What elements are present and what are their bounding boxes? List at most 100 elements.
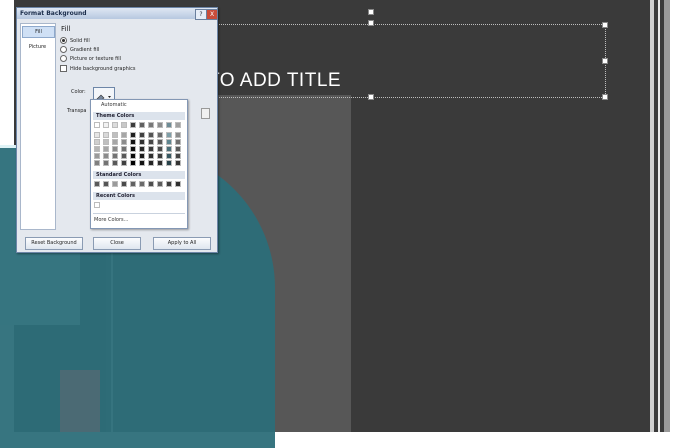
color-swatch[interactable] — [148, 139, 154, 145]
color-swatch[interactable] — [112, 160, 118, 166]
color-swatch[interactable] — [157, 139, 163, 145]
color-swatch[interactable] — [166, 146, 172, 152]
color-swatch[interactable] — [175, 160, 181, 166]
color-swatch[interactable] — [103, 153, 109, 159]
color-swatch[interactable] — [112, 139, 118, 145]
color-swatch[interactable] — [112, 132, 118, 138]
automatic-color-option[interactable]: Automatic — [101, 102, 127, 108]
color-swatch[interactable] — [94, 132, 100, 138]
color-swatch[interactable] — [94, 122, 100, 128]
color-swatch[interactable] — [139, 146, 145, 152]
color-swatch[interactable] — [94, 202, 100, 208]
close-icon[interactable]: X — [206, 9, 218, 20]
color-swatch[interactable] — [103, 181, 109, 187]
color-swatch[interactable] — [112, 181, 118, 187]
color-swatch[interactable] — [130, 132, 136, 138]
vertical-scrollbar[interactable] — [664, 0, 670, 432]
color-swatch[interactable] — [175, 122, 181, 128]
color-swatch[interactable] — [166, 139, 172, 145]
apply-to-all-button[interactable]: Apply to All — [153, 237, 211, 250]
color-swatch[interactable] — [175, 181, 181, 187]
resize-handle[interactable] — [602, 58, 608, 64]
color-swatch[interactable] — [130, 122, 136, 128]
color-swatch[interactable] — [157, 146, 163, 152]
hide-graphics-checkbox[interactable]: Hide background graphics — [60, 65, 136, 73]
more-colors-option[interactable]: More Colors... — [94, 217, 128, 223]
radio-button[interactable] — [60, 37, 67, 44]
color-swatch[interactable] — [157, 160, 163, 166]
color-swatch[interactable] — [175, 139, 181, 145]
color-swatch[interactable] — [130, 146, 136, 152]
color-swatch[interactable] — [130, 153, 136, 159]
title-placeholder-text[interactable]: TO ADD TITLE — [208, 70, 341, 92]
color-swatch[interactable] — [130, 181, 136, 187]
color-swatch[interactable] — [112, 146, 118, 152]
color-swatch[interactable] — [103, 146, 109, 152]
radio-button[interactable] — [60, 55, 67, 62]
color-swatch[interactable] — [139, 122, 145, 128]
color-swatch[interactable] — [148, 122, 154, 128]
resize-handle[interactable] — [368, 9, 374, 15]
color-swatch[interactable] — [103, 132, 109, 138]
color-swatch[interactable] — [121, 122, 127, 128]
close-button[interactable]: Close — [93, 237, 141, 250]
color-swatch[interactable] — [166, 153, 172, 159]
color-swatch[interactable] — [166, 122, 172, 128]
checkbox-label: Hide background graphics — [70, 66, 136, 72]
reset-background-button[interactable]: Reset Background — [25, 237, 83, 250]
radio-picture-fill[interactable]: Picture or texture fill — [60, 55, 121, 63]
color-swatch[interactable] — [94, 146, 100, 152]
color-swatch[interactable] — [148, 153, 154, 159]
color-swatch[interactable] — [121, 146, 127, 152]
radio-label: Picture or texture fill — [70, 56, 122, 62]
radio-solid-fill[interactable]: Solid fill — [60, 37, 90, 45]
radio-button[interactable] — [60, 46, 67, 53]
resize-handle[interactable] — [602, 94, 608, 100]
color-swatch[interactable] — [148, 146, 154, 152]
radio-gradient-fill[interactable]: Gradient fill — [60, 46, 99, 54]
color-swatch[interactable] — [148, 181, 154, 187]
color-swatch[interactable] — [121, 160, 127, 166]
resize-handle[interactable] — [368, 20, 374, 26]
color-swatch[interactable] — [157, 181, 163, 187]
checkbox[interactable] — [60, 65, 67, 72]
nav-item-picture[interactable]: Picture — [22, 42, 53, 52]
color-swatch[interactable] — [166, 132, 172, 138]
color-swatch[interactable] — [157, 122, 163, 128]
color-swatch[interactable] — [166, 160, 172, 166]
color-swatch[interactable] — [139, 139, 145, 145]
color-swatch[interactable] — [139, 181, 145, 187]
color-swatch[interactable] — [121, 139, 127, 145]
color-swatch[interactable] — [130, 139, 136, 145]
nav-item-fill[interactable]: Fill — [22, 26, 55, 38]
color-swatch[interactable] — [112, 122, 118, 128]
transparency-spinner[interactable] — [201, 108, 210, 119]
resize-handle[interactable] — [602, 22, 608, 28]
color-swatch[interactable] — [148, 132, 154, 138]
color-swatch[interactable] — [130, 160, 136, 166]
color-swatch[interactable] — [157, 153, 163, 159]
color-swatch[interactable] — [139, 132, 145, 138]
color-swatch[interactable] — [175, 146, 181, 152]
color-swatch[interactable] — [121, 181, 127, 187]
color-swatch[interactable] — [175, 153, 181, 159]
color-swatch[interactable] — [94, 181, 100, 187]
resize-handle[interactable] — [368, 94, 374, 100]
color-swatch[interactable] — [94, 160, 100, 166]
color-swatch[interactable] — [103, 160, 109, 166]
dialog-nav: Fill Picture — [20, 23, 56, 230]
color-swatch[interactable] — [103, 139, 109, 145]
color-swatch[interactable] — [157, 132, 163, 138]
color-swatch[interactable] — [166, 181, 172, 187]
color-swatch[interactable] — [121, 132, 127, 138]
color-swatch[interactable] — [112, 153, 118, 159]
color-swatch[interactable] — [148, 160, 154, 166]
color-swatch[interactable] — [94, 139, 100, 145]
color-swatch[interactable] — [139, 160, 145, 166]
color-swatch[interactable] — [139, 153, 145, 159]
color-swatch[interactable] — [103, 122, 109, 128]
radio-label: Gradient fill — [70, 47, 100, 53]
color-swatch[interactable] — [94, 153, 100, 159]
color-swatch[interactable] — [175, 132, 181, 138]
color-swatch[interactable] — [121, 153, 127, 159]
